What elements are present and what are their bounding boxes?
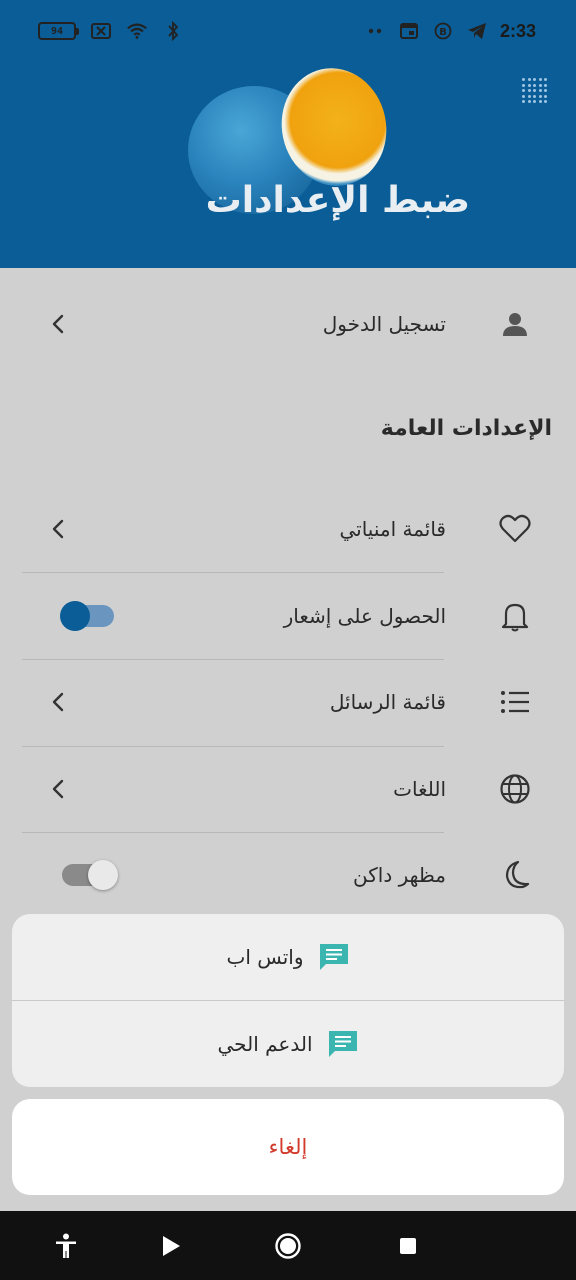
cancel-button[interactable]: إلغاء: [12, 1099, 564, 1195]
login-row[interactable]: تسجيل الدخول: [0, 281, 576, 367]
heart-icon: [498, 512, 532, 546]
toggle-knob: [60, 601, 90, 631]
dark-mode-row: مظهر داكن: [0, 832, 576, 918]
dark-mode-label: مظهر داكن: [353, 863, 446, 887]
whatsapp-label: واتس اب: [226, 945, 304, 969]
globe-icon: [498, 772, 532, 806]
bluetooth-icon: [162, 20, 184, 42]
telegram-icon: [466, 20, 488, 42]
person-icon: [498, 307, 532, 341]
bell-icon: [498, 599, 532, 633]
battery-level: 94: [50, 25, 64, 37]
toggle-knob: [88, 860, 118, 890]
sim-off-icon: [90, 20, 112, 42]
back-icon[interactable]: [158, 1233, 184, 1259]
languages-label: اللغات: [393, 777, 446, 801]
dots-icon: [364, 20, 386, 42]
live-support-option[interactable]: الدعم الحي: [12, 1001, 564, 1087]
wishlist-label: قائمة امنياتي: [339, 517, 446, 541]
chat-icon: [327, 1029, 359, 1059]
notification-row: الحصول على إشعار: [0, 573, 576, 659]
chevron-left-icon: [46, 690, 70, 714]
recents-icon[interactable]: [395, 1233, 421, 1259]
chevron-left-icon: [46, 777, 70, 801]
moon-icon: [498, 858, 532, 892]
messages-label: قائمة الرسائل: [329, 690, 446, 714]
wifi-icon: [126, 20, 148, 42]
page-title: ضبط الإعدادات: [205, 180, 470, 221]
section-title-general: الإعدادات العامة: [380, 416, 552, 441]
dark-mode-toggle[interactable]: [62, 860, 118, 890]
cancel-label: إلغاء: [268, 1135, 308, 1159]
wishlist-row[interactable]: قائمة امنياتي: [0, 486, 576, 572]
languages-row[interactable]: اللغات: [0, 746, 576, 832]
battery-icon: 94: [38, 22, 79, 40]
chat-icon: [318, 942, 350, 972]
clock: 2:33: [499, 20, 536, 41]
messages-row[interactable]: قائمة الرسائل: [0, 659, 576, 745]
system-nav-bar: [0, 1211, 576, 1280]
chevron-left-icon: [46, 312, 70, 336]
accessibility-icon[interactable]: [53, 1233, 79, 1259]
login-label: تسجيل الدخول: [322, 312, 446, 336]
list-icon: [498, 685, 532, 719]
calendar-icon: [398, 20, 420, 42]
b-app-icon: B: [432, 20, 454, 42]
notification-toggle[interactable]: [60, 601, 114, 631]
home-icon[interactable]: [275, 1233, 301, 1259]
dots-grid-icon[interactable]: [522, 78, 548, 104]
notification-label: الحصول على إشعار: [283, 604, 446, 628]
whatsapp-option[interactable]: واتس اب: [12, 914, 564, 1000]
chevron-left-icon: [46, 517, 70, 541]
status-bar: 94 B 2:33: [0, 0, 576, 62]
svg-text:B: B: [439, 27, 447, 38]
live-support-label: الدعم الحي: [217, 1032, 313, 1056]
contact-sheet: واتس اب الدعم الحي: [12, 914, 564, 1087]
